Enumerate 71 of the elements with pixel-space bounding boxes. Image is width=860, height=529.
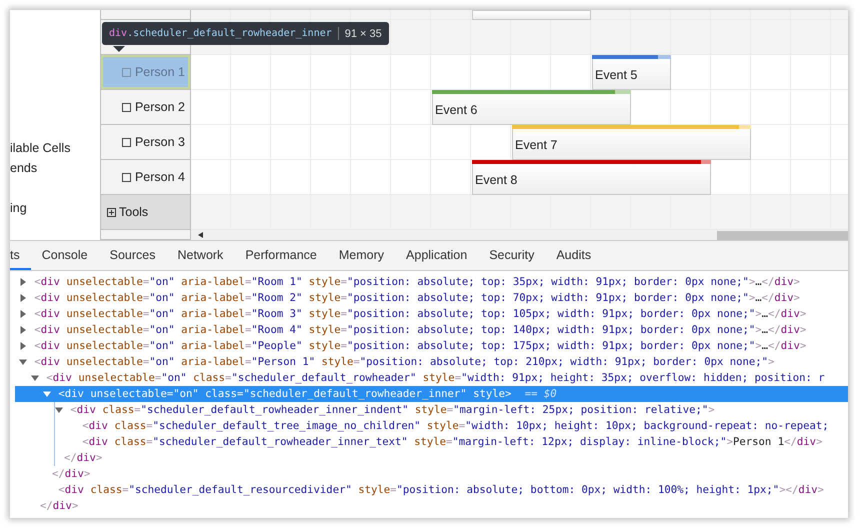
caret-right-icon[interactable] bbox=[19, 278, 27, 286]
resource-row-header[interactable]: Person 2 bbox=[101, 90, 191, 125]
element-tag-text: <div unselectable="on" aria-label="People" style="position: absolute; top: 175px; width: 91px; border: 0px none;">…</div> bbox=[34, 340, 806, 352]
dom-tree-line[interactable]: <div class="scheduler_default_resourcedivider" style="position: absolute; bottom: 0px; width: 100%; height: 1px;"></div> bbox=[15, 482, 848, 498]
devtools-tab[interactable]: Performance bbox=[234, 241, 328, 270]
event-box[interactable]: Event 5 bbox=[592, 55, 671, 90]
event-box[interactable]: Event 8 bbox=[472, 160, 711, 195]
dom-tree-line[interactable]: <div unselectable="on" aria-label="Room 2" style="position: absolute; top: 70px; width: 91px; border: 0px none;">…</div> bbox=[15, 290, 848, 306]
dom-tree-line[interactable]: <div unselectable="on" aria-label="Room 1" style="position: absolute; top: 35px; width: 91px; border: 0px none;">…</div> bbox=[15, 274, 848, 290]
caret-right-icon[interactable] bbox=[19, 294, 27, 302]
checkbox-icon[interactable] bbox=[122, 102, 131, 112]
resource-name: Person 4 bbox=[134, 170, 185, 184]
scrollbar-thumb[interactable] bbox=[717, 231, 848, 240]
dom-tree-line[interactable]: <div unselectable="on" aria-label="Room 3" style="position: absolute; top: 105px; width: 91px; border: 0px none;">…</div> bbox=[15, 306, 848, 322]
checkbox-icon[interactable] bbox=[122, 68, 131, 76]
selected-element-marker: == $0 bbox=[524, 388, 557, 400]
devtools-tab[interactable]: ts bbox=[10, 241, 31, 270]
element-tag-text: <div unselectable="on" aria-label="Room 4" style="position: absolute; top: 140px; width: 91px; border: 0px none;">…</div> bbox=[34, 324, 806, 336]
plus-box-icon[interactable] bbox=[107, 208, 116, 216]
dom-tree-line[interactable]: <div unselectable="on" aria-label="Room 4" style="position: absolute; top: 140px; width: 91px; border: 0px none;">…</div> bbox=[15, 322, 848, 338]
element-tag-text: <div unselectable="on" aria-label="Person 1" style="position: absolute; top: 210px; width: 91px; border: 0px none;"> bbox=[34, 356, 774, 368]
element-tag-text: <div class="scheduler_default_rowheader_inner_indent" style="margin-left: 25px; position: relative;"> bbox=[70, 404, 715, 416]
element-tag-text: <div class="scheduler_default_resourcedivider" style="position: absolute; bottom: 0px; width: 100%; height: 1px;"></div> bbox=[58, 484, 824, 496]
event-box[interactable]: Event 6 bbox=[432, 90, 631, 125]
element-size-text: 91 × 35 bbox=[344, 28, 382, 40]
element-tag-text: <div unselectable="on" aria-label="Room 1" style="position: absolute; top: 35px; width: 91px; border: 0px none;">…</div> bbox=[34, 276, 800, 288]
group-name: Tools bbox=[119, 205, 148, 219]
devtools-tab[interactable]: Console bbox=[30, 241, 99, 270]
dom-tree-line[interactable]: <div unselectable="on" aria-label="Person 1" style="position: absolute; top: 210px; width: 91px; border: 0px none;"> bbox=[15, 354, 848, 370]
closing-tag-line: </div> bbox=[63, 451, 104, 466]
caret-down-icon[interactable] bbox=[19, 358, 27, 366]
resource-name: Person 2 bbox=[134, 100, 185, 114]
element-tag-text: <div unselectable="on" class="scheduler_default_rowheader" style="width: 91px; height: 35px; overflow: hidden; position: r bbox=[46, 372, 825, 384]
checkbox-icon[interactable] bbox=[122, 172, 131, 182]
devtools-tab[interactable]: Memory bbox=[328, 241, 396, 270]
devtools-tab[interactable]: Application bbox=[395, 241, 478, 270]
dom-tree-line[interactable]: <div class="scheduler_default_rowheader_inner_text" style="margin-left: 12px; display: inline-block;">Person 1</div> bbox=[15, 434, 848, 450]
menu-item-text: ing bbox=[10, 200, 27, 217]
dom-tree-line[interactable]: <div unselectable="on" class="scheduler_default_rowheader" style="width: 91px; height: 35px; overflow: hidden; position: r bbox=[15, 370, 848, 386]
devtools-tab[interactable]: Security bbox=[478, 241, 546, 270]
resource-row-header[interactable]: Person 4 bbox=[101, 160, 191, 195]
dom-tree-line[interactable]: <div class="scheduler_default_tree_image_no_children" style="width: 10px; height: 10px; background-repeat: no-repeat; bbox=[15, 418, 848, 434]
devtools-tab[interactable]: Audits bbox=[545, 241, 602, 270]
element-tag-text: <div unselectable="on" class="scheduler_default_rowheader_inner" style> bbox=[58, 388, 512, 400]
caret-down-icon[interactable] bbox=[43, 390, 51, 398]
element-tag-text: <div unselectable="on" aria-label="Room 2" style="position: absolute; top: 70px; width: 91px; border: 0px none;">…</div> bbox=[34, 292, 800, 304]
dom-tree-line[interactable]: <div unselectable="on" aria-label="People" style="position: absolute; top: 175px; width: 91px; border: 0px none;">…</div> bbox=[15, 338, 848, 354]
checkbox-icon[interactable] bbox=[122, 138, 131, 146]
event-box[interactable]: Event 7 bbox=[512, 125, 751, 160]
devtools-tab[interactable]: Sources bbox=[98, 241, 166, 270]
caret-right-icon[interactable] bbox=[19, 342, 27, 350]
element-tag-text: <div unselectable="on" aria-label="Room 3" style="position: absolute; top: 105px; width: 91px; border: 0px none;">…</div> bbox=[34, 308, 806, 320]
horizontal-scrollbar[interactable] bbox=[191, 230, 848, 240]
resource-name: Person 3 bbox=[134, 135, 185, 149]
group-row-header[interactable]: Tools bbox=[101, 195, 191, 230]
caret-right-icon[interactable] bbox=[19, 310, 27, 318]
element-selector-text: div.scheduler_default_rowheader_inner bbox=[109, 28, 332, 39]
scroll-left-icon[interactable] bbox=[198, 232, 203, 238]
caret-down-icon[interactable] bbox=[31, 374, 39, 382]
dom-tree-line[interactable]: <div class="scheduler_default_rowheader_inner_indent" style="margin-left: 25px; position: relative;"> bbox=[15, 402, 848, 418]
menu-item-text: ends bbox=[10, 160, 38, 177]
menu-item-text: ilable Cells bbox=[10, 140, 70, 157]
closing-tag-line: </div> bbox=[51, 467, 92, 482]
element-tag-text: <div class="scheduler_default_rowheader_inner_text" style="margin-left: 12px; display: inline-block;">Person 1</div> bbox=[82, 436, 822, 448]
resource-name: Person 1 bbox=[134, 65, 185, 79]
resource-row-header[interactable]: Person 3 bbox=[101, 125, 191, 160]
closing-tag-line: </div> bbox=[39, 499, 80, 514]
caret-down-icon[interactable] bbox=[55, 406, 63, 414]
element-tag-text: <div class="scheduler_default_tree_image_no_children" style="width: 10px; height: 10px; background-repeat: no-repeat; bbox=[82, 420, 829, 432]
caret-right-icon[interactable] bbox=[19, 326, 27, 334]
devtools-tab[interactable]: Network bbox=[166, 241, 234, 270]
